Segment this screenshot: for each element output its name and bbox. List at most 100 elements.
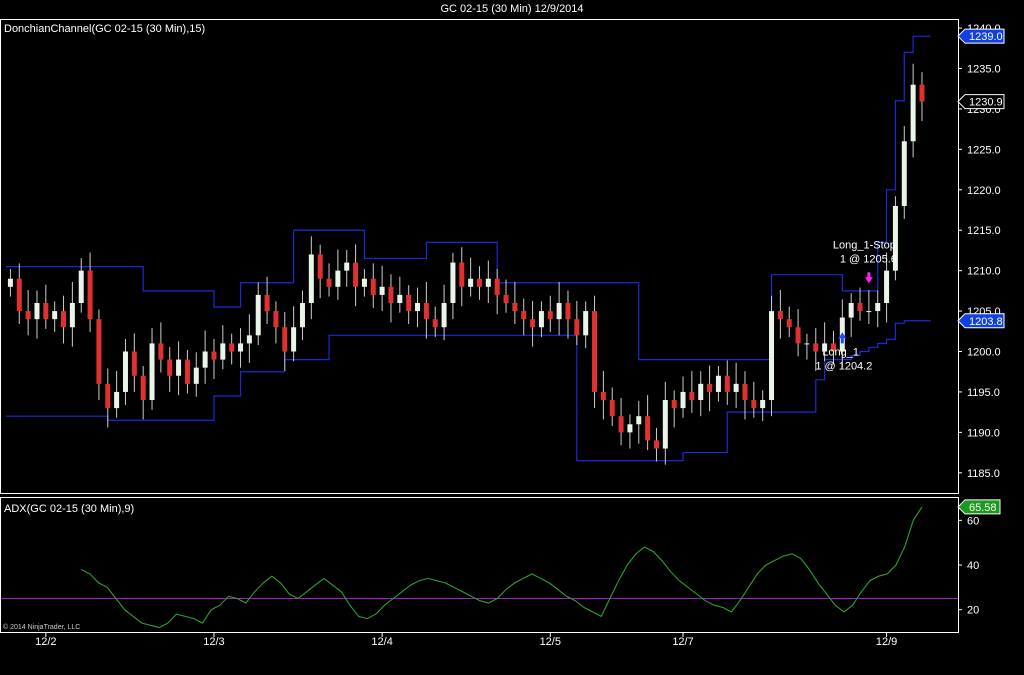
candle[interactable] bbox=[698, 371, 704, 417]
candle[interactable] bbox=[87, 252, 93, 333]
candle[interactable] bbox=[645, 395, 651, 451]
candle[interactable] bbox=[335, 249, 341, 300]
candle[interactable] bbox=[255, 282, 261, 346]
candle[interactable] bbox=[680, 376, 686, 418]
candle[interactable] bbox=[423, 281, 429, 339]
candle[interactable] bbox=[892, 196, 898, 281]
candle[interactable] bbox=[724, 360, 730, 405]
candle[interactable] bbox=[760, 390, 766, 422]
candle[interactable] bbox=[538, 301, 544, 337]
adx-panel[interactable] bbox=[1, 506, 958, 629]
candle[interactable] bbox=[494, 269, 500, 315]
candle[interactable] bbox=[547, 295, 553, 333]
candle[interactable] bbox=[273, 301, 279, 344]
candle[interactable] bbox=[689, 370, 695, 413]
candle[interactable] bbox=[618, 397, 624, 446]
candle[interactable] bbox=[16, 263, 22, 325]
candle[interactable] bbox=[556, 281, 562, 336]
candle[interactable] bbox=[875, 290, 881, 328]
candle[interactable] bbox=[565, 290, 571, 339]
candle[interactable] bbox=[353, 244, 359, 307]
candle[interactable] bbox=[627, 414, 633, 449]
candle[interactable] bbox=[919, 72, 925, 122]
candle[interactable] bbox=[432, 306, 438, 337]
candle[interactable] bbox=[291, 306, 297, 362]
long-entry-marker[interactable]: Long_1 1 @ 1204.2 bbox=[815, 332, 872, 372]
candle[interactable] bbox=[131, 333, 137, 392]
candle[interactable] bbox=[202, 330, 208, 384]
candle[interactable] bbox=[459, 247, 465, 307]
candle[interactable] bbox=[592, 295, 598, 409]
price-axis-label: 1195.0 bbox=[967, 387, 1000, 399]
candle[interactable] bbox=[158, 322, 164, 373]
candle[interactable] bbox=[344, 250, 350, 287]
candle[interactable] bbox=[69, 281, 75, 347]
candle[interactable] bbox=[441, 284, 447, 341]
candle[interactable] bbox=[167, 347, 173, 392]
candle[interactable] bbox=[61, 295, 67, 344]
candle[interactable] bbox=[34, 290, 40, 339]
candle[interactable] bbox=[317, 244, 323, 299]
candle[interactable] bbox=[52, 301, 58, 333]
candle[interactable] bbox=[530, 300, 536, 347]
candle[interactable] bbox=[25, 290, 31, 336]
candle[interactable] bbox=[636, 400, 642, 444]
candle[interactable] bbox=[777, 290, 783, 339]
candle[interactable] bbox=[308, 236, 314, 320]
candle[interactable] bbox=[769, 295, 775, 417]
candle[interactable] bbox=[220, 325, 226, 370]
candle[interactable] bbox=[848, 293, 854, 337]
candle[interactable] bbox=[521, 298, 527, 336]
candle[interactable] bbox=[857, 287, 863, 321]
candle[interactable] bbox=[574, 300, 580, 346]
candle[interactable] bbox=[804, 333, 810, 360]
candle[interactable] bbox=[653, 427, 659, 462]
candle[interactable] bbox=[476, 266, 482, 300]
candle[interactable] bbox=[866, 290, 872, 325]
candle[interactable] bbox=[786, 306, 792, 337]
candle[interactable] bbox=[707, 365, 713, 412]
candle[interactable] bbox=[662, 381, 668, 465]
candle[interactable] bbox=[122, 338, 128, 405]
candle[interactable] bbox=[379, 265, 385, 312]
candle[interactable] bbox=[715, 366, 721, 402]
candle[interactable] bbox=[485, 260, 491, 303]
candle[interactable] bbox=[326, 263, 332, 297]
candle[interactable] bbox=[264, 276, 270, 325]
candle[interactable] bbox=[671, 390, 677, 428]
candle[interactable] bbox=[140, 366, 146, 420]
candle[interactable] bbox=[114, 370, 120, 418]
candle[interactable] bbox=[246, 314, 252, 363]
candle[interactable] bbox=[503, 279, 509, 313]
candle[interactable] bbox=[406, 285, 412, 325]
candle[interactable] bbox=[910, 63, 916, 158]
candle[interactable] bbox=[600, 370, 606, 420]
candle[interactable] bbox=[211, 338, 217, 379]
candle[interactable] bbox=[176, 341, 182, 396]
candle[interactable] bbox=[370, 263, 376, 308]
candle[interactable] bbox=[229, 333, 235, 365]
candle[interactable] bbox=[361, 269, 367, 297]
candle[interactable] bbox=[733, 362, 739, 409]
candle[interactable] bbox=[193, 352, 199, 397]
candle[interactable] bbox=[397, 276, 403, 313]
candle[interactable] bbox=[43, 284, 49, 329]
candle[interactable] bbox=[901, 125, 907, 219]
price-panel[interactable]: Long_1 1 @ 1204.2 Long_1-Stop 1 @ 1205.6 bbox=[6, 35, 931, 465]
candle[interactable] bbox=[583, 301, 589, 349]
candle[interactable] bbox=[282, 311, 288, 371]
candle[interactable] bbox=[184, 349, 190, 394]
candle[interactable] bbox=[7, 269, 13, 297]
candle[interactable] bbox=[415, 287, 421, 328]
candle[interactable] bbox=[450, 252, 456, 320]
candle[interactable] bbox=[238, 328, 244, 368]
candle[interactable] bbox=[105, 368, 111, 428]
candle[interactable] bbox=[149, 328, 155, 410]
candle[interactable] bbox=[609, 387, 615, 426]
candle[interactable] bbox=[96, 309, 102, 401]
candle[interactable] bbox=[795, 309, 801, 357]
candle[interactable] bbox=[388, 274, 394, 323]
candle[interactable] bbox=[468, 257, 474, 297]
candle[interactable] bbox=[512, 281, 518, 325]
candle[interactable] bbox=[299, 290, 305, 341]
